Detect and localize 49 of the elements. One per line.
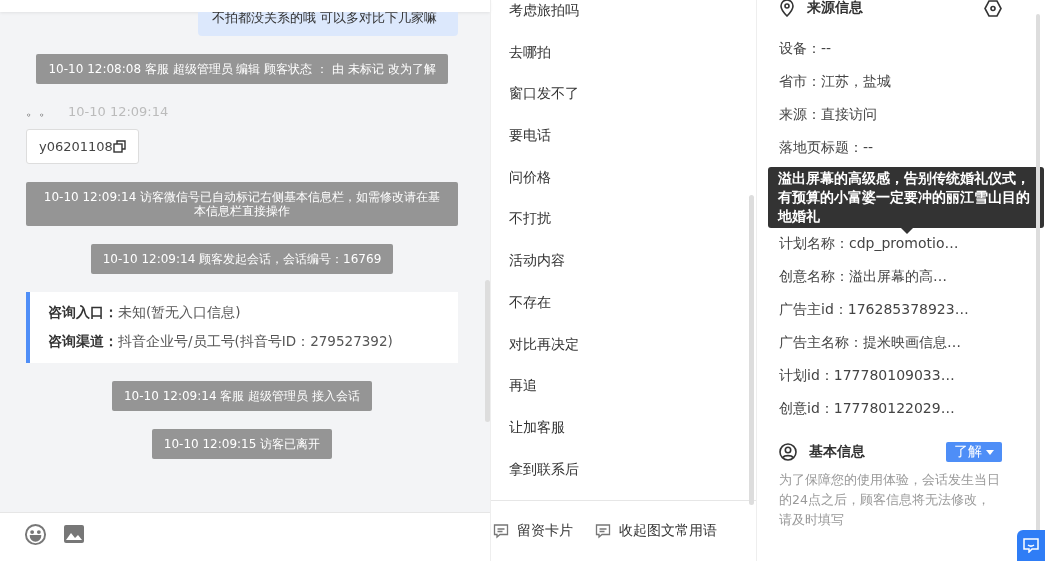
hint-text: 为了保障您的使用体验，会话发生当日的24点之后，顾客信息将无法修改，请及时填写 <box>779 471 1001 529</box>
footer-button[interactable]: 收起图文常用语 <box>595 522 717 541</box>
entry-info-line: 咨询入口：未知(暂无入口信息) <box>48 304 242 322</box>
quick-phrase-item[interactable]: 不打扰 <box>509 208 551 251</box>
emoji-icon[interactable] <box>24 523 47 546</box>
system-message: 10-10 12:08:08 客服 超级管理员 编辑 顾客状态 ： 由 未标记 改为了解 <box>36 54 448 84</box>
settings-icon[interactable] <box>984 0 1002 17</box>
footer-button[interactable]: 留资卡片 <box>493 522 573 541</box>
message-card: y06201108 <box>26 129 139 164</box>
quick-phrase-item[interactable]: 考虑旅拍吗 <box>509 0 579 42</box>
info-row-text: 创意id：177780122029… <box>779 399 956 418</box>
section-title: 来源信息 <box>807 0 864 17</box>
user-icon <box>779 443 797 461</box>
section-title: 基本信息 <box>809 443 866 461</box>
message-icon <box>493 523 509 540</box>
message-time: 10-10 12:09:14 <box>68 103 169 119</box>
message-icon <box>595 523 611 540</box>
chat-icon <box>1023 538 1039 553</box>
info-row-text: 广告主id：176285378923… <box>779 300 970 319</box>
info-row-text: 省市：江苏，盐城 <box>779 72 892 91</box>
quick-phrase-item[interactable]: 要电话 <box>509 125 551 167</box>
info-row-text: 计划id：177780109033… <box>779 366 956 385</box>
system-message: 10-10 12:09:15 访客已离开 <box>151 429 333 459</box>
info-row-text: 设备：-- <box>779 39 833 58</box>
chat-button[interactable] <box>1017 530 1045 561</box>
quick-phrase-item[interactable]: 去哪拍 <box>509 41 551 84</box>
entry-info-line: 咨询渠道：抖音企业号/员工号(抖音号ID：279527392) <box>48 333 394 351</box>
system-message: 10-10 12:09:14 顾客发起会话，会话编号：16769 <box>90 244 394 274</box>
image-icon[interactable] <box>63 523 85 545</box>
info-row-text: 计划名称：cdp_promotio… <box>779 234 960 253</box>
copy-icon[interactable] <box>112 140 126 153</box>
caret-icon <box>986 449 994 455</box>
quick-phrase-item[interactable]: 窗口发不了 <box>509 83 579 126</box>
quick-phrase-item[interactable]: 拿到联系后 <box>509 458 579 501</box>
visitor-name: 。。 <box>26 102 52 120</box>
quick-phrase-item[interactable]: 对比再决定 <box>509 333 579 376</box>
quick-phrase-item[interactable]: 活动内容 <box>509 250 565 292</box>
info-row-text: 广告主名称：提米映画信息… <box>779 333 962 352</box>
info-row-text: 创意名称：溢出屏幕的高… <box>779 267 948 286</box>
quick-phrase-item[interactable]: 再追 <box>509 375 537 417</box>
quick-phrase-item[interactable]: 让加客服 <box>509 416 565 459</box>
info-row-text: 来源：直接访问 <box>779 105 878 124</box>
quick-phrase-item[interactable]: 问价格 <box>509 166 551 209</box>
tooltip-arrow <box>901 228 913 234</box>
system-message: 10-10 12:09:14 客服 超级管理员 接入会话 <box>112 381 372 411</box>
location-pin-icon <box>779 0 795 17</box>
quick-phrase-item[interactable]: 不存在 <box>509 291 551 334</box>
info-row-text: 落地页标题：-- <box>779 138 875 157</box>
system-message: 10-10 12:09:14 访客微信号已自动标记右侧基本信息栏，如需修改请在基本信息栏直接操作 <box>26 182 458 226</box>
